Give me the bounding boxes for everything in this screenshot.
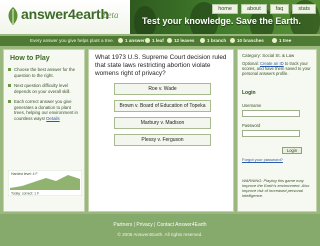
question-panel: What 1973 U.S. Supreme Court decision ru… bbox=[88, 49, 234, 212]
account-panel: Category: Social St. & Law Optional: Cre… bbox=[237, 49, 317, 212]
nav-stats[interactable]: stats bbox=[292, 4, 316, 14]
password-label: Password bbox=[242, 123, 261, 128]
answer-option-2[interactable]: Brown v. Board of Education of Topeka bbox=[114, 100, 211, 112]
login-title: Login bbox=[242, 90, 256, 96]
stat-answer: 1 answer bbox=[118, 36, 145, 46]
how-to-play-panel: How to Play Choose the best answer for t… bbox=[3, 49, 85, 212]
nav-faq[interactable]: faq bbox=[269, 4, 290, 14]
tip-item: Next question difficulty level depends o… bbox=[8, 83, 82, 94]
warning-text: WARNING: Playing this game may improve t… bbox=[242, 178, 310, 198]
brand-name: answer4earth bbox=[21, 6, 109, 22]
username-input[interactable] bbox=[242, 110, 300, 117]
forgot-password-link[interactable]: Forgot your password? bbox=[242, 157, 283, 162]
username-label: Username bbox=[242, 103, 262, 108]
leaves-icon bbox=[167, 38, 172, 44]
slogan: Test your knowledge. Save the Earth. bbox=[142, 16, 301, 26]
stats-intro: Every answer you give helps plant a tree… bbox=[30, 38, 115, 43]
nav-about[interactable]: about bbox=[240, 4, 267, 14]
login-button[interactable]: Login bbox=[282, 147, 302, 154]
difficulty-chart: Hardest level: 4 F Today: correct: 1 F bbox=[8, 170, 82, 196]
how-to-play-title: How to Play bbox=[10, 55, 50, 62]
stat-tree: 1 tree bbox=[272, 36, 291, 46]
stat-leaves: 12 leaves bbox=[167, 36, 194, 46]
top-nav: home about faq stats bbox=[212, 4, 316, 14]
details-link[interactable]: Details bbox=[46, 116, 59, 121]
copyright: © 2006 Answer4Earth. All rights reserved… bbox=[117, 232, 203, 237]
answer-option-3[interactable]: Marbury v. Madison bbox=[114, 117, 211, 129]
hero-banner: home about faq stats Test your knowledge… bbox=[130, 0, 320, 34]
chart-label-today: Today: correct: 1 F bbox=[11, 192, 39, 196]
nav-home[interactable]: home bbox=[212, 4, 238, 14]
tree-icon bbox=[272, 38, 277, 44]
leaf-icon bbox=[145, 38, 150, 44]
password-input[interactable] bbox=[242, 130, 300, 137]
optional-text: Optional: Create an ID to track your sco… bbox=[242, 61, 311, 77]
category-label: Category: Social St. & Law bbox=[242, 53, 295, 58]
header: answer4earth beta home about faq stats T… bbox=[0, 0, 320, 34]
answer-option-4[interactable]: Plessy v. Ferguson bbox=[114, 134, 211, 146]
chart-label-hardest: Hardest level: 4 F bbox=[11, 172, 38, 176]
tip-item: Choose the best answer for the question … bbox=[8, 67, 82, 78]
stat-branch: 1 branch bbox=[200, 36, 226, 46]
bullet-icon bbox=[8, 100, 11, 103]
stat-leaf: 1 leaf bbox=[145, 36, 164, 46]
stats-bar: Every answer you give helps plant a tree… bbox=[0, 36, 320, 46]
question-text: What 1973 U.S. Supreme Court decision ru… bbox=[95, 54, 227, 77]
bullet-icon bbox=[8, 84, 11, 87]
footer-links[interactable]: Partners | Privacy | Contact Answer4Eart… bbox=[0, 222, 320, 228]
leaf-icon bbox=[8, 7, 18, 25]
page: answer4earth beta home about faq stats T… bbox=[0, 0, 320, 246]
branch-icon bbox=[200, 38, 205, 44]
answer-option-1[interactable]: Roe v. Wade bbox=[114, 83, 211, 95]
stat-branches: 10 branches bbox=[230, 36, 264, 46]
logo[interactable]: answer4earth beta bbox=[6, 4, 126, 30]
beta-tag: beta bbox=[103, 10, 119, 20]
branches-icon bbox=[230, 38, 235, 44]
footer: Partners | Privacy | Contact Answer4Eart… bbox=[0, 214, 320, 246]
tip-item: Each correct answer you give generates a… bbox=[8, 99, 82, 121]
answer-icon bbox=[118, 38, 123, 44]
bullet-icon bbox=[8, 68, 11, 71]
